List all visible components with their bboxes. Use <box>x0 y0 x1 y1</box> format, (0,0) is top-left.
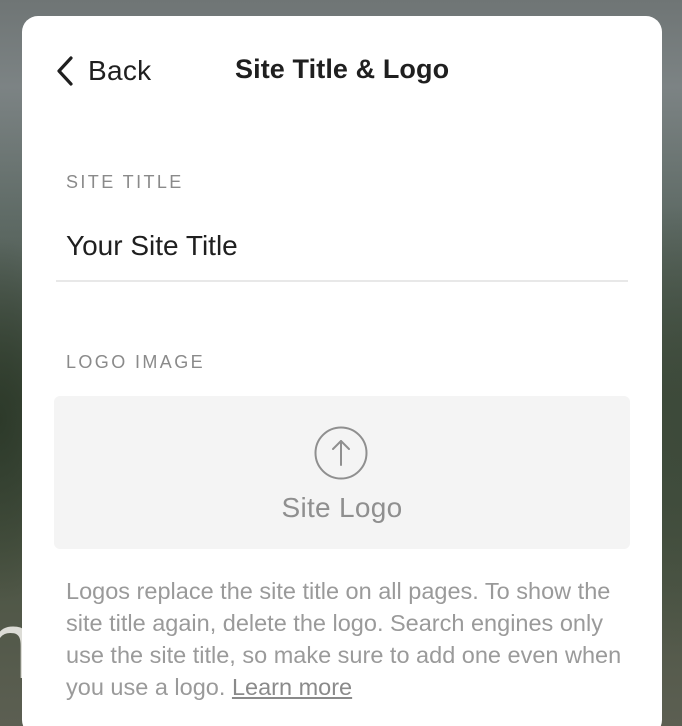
learn-more-link[interactable]: Learn more <box>232 674 352 700</box>
logo-image-section-label: LOGO IMAGE <box>66 352 206 372</box>
upload-label: Site Logo <box>281 492 403 523</box>
site-title-section-label: SITE TITLE <box>66 172 184 192</box>
logo-help-text: Logos replace the site title on all page… <box>66 575 636 703</box>
site-title-input[interactable] <box>56 212 628 282</box>
site-title-logo-panel: Back Site Title & Logo SITE TITLE LOGO I… <box>22 16 662 726</box>
chevron-left-icon <box>57 56 73 86</box>
back-label: Back <box>88 55 152 86</box>
upload-arrow-icon <box>314 426 368 480</box>
panel-header: Back Site Title & Logo <box>22 16 662 126</box>
logo-upload-dropzone[interactable]: Site Logo <box>54 396 630 549</box>
panel-title: Site Title & Logo <box>235 54 450 84</box>
back-button[interactable]: Back <box>54 54 151 88</box>
